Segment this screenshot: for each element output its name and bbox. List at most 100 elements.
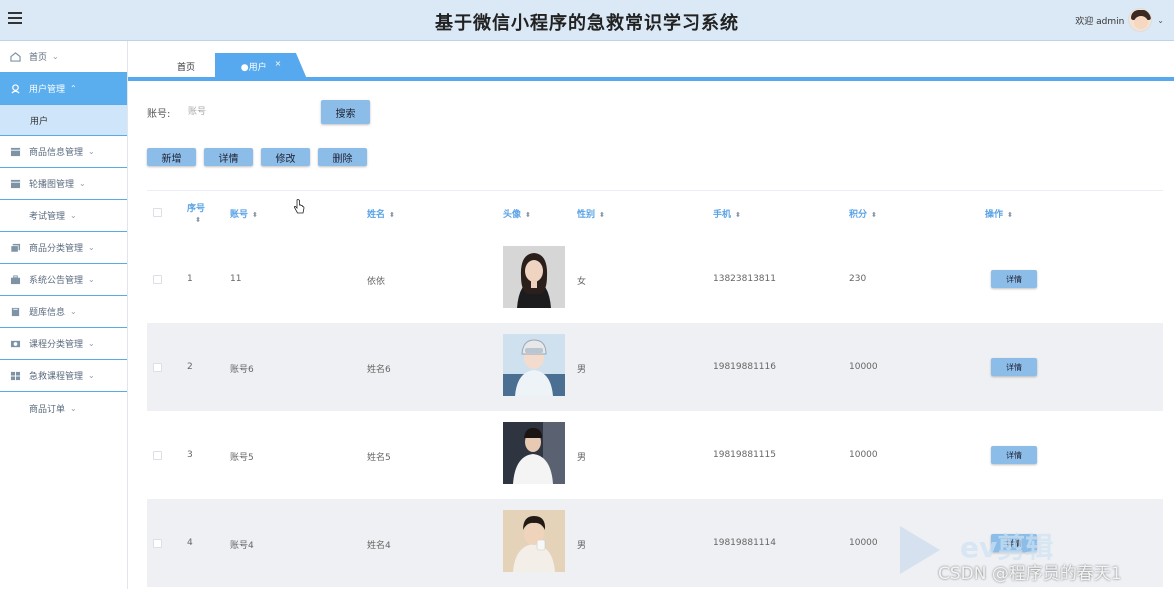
- column-header-points[interactable]: 积分 ⬍: [849, 207, 877, 220]
- search-input[interactable]: [182, 101, 310, 123]
- sidebar-item-label: 用户管理: [29, 85, 66, 95]
- sidebar-item-label: 商品信息管理: [29, 148, 84, 158]
- sort-icon[interactable]: ⬍: [871, 211, 877, 219]
- chevron-down-icon: ⌄: [88, 339, 95, 348]
- chevron-down-icon: ⌄: [79, 179, 86, 188]
- chevron-down-icon: ⌄: [88, 147, 95, 156]
- cell-seq: 1: [187, 274, 193, 284]
- sort-icon[interactable]: ⬍: [252, 211, 258, 219]
- close-icon[interactable]: ×: [275, 59, 282, 68]
- column-header-avatar[interactable]: 头像 ⬍: [503, 207, 531, 220]
- sidebar: 首页 ⌄ 用户管理 ⌃ 用户 商品信息管理 ⌄ 轮播图管理 ⌄ 考试管理 ⌄ 商…: [0, 41, 128, 589]
- chevron-down-icon: ⌄: [70, 211, 77, 220]
- book-icon: [11, 307, 20, 316]
- cell-phone: 19819881115: [713, 450, 776, 460]
- sidebar-item-label: 题库信息: [29, 308, 66, 318]
- cell-seq: 3: [187, 450, 193, 460]
- select-all-checkbox[interactable]: [153, 208, 162, 217]
- column-header-name[interactable]: 姓名 ⬍: [367, 207, 395, 220]
- chevron-down-icon: ⌄: [70, 403, 77, 413]
- sidebar-item-home[interactable]: 首页 ⌄: [0, 41, 127, 73]
- camera-icon: [10, 340, 21, 347]
- chevron-up-icon: ⌃: [70, 84, 77, 93]
- cell-name: 依依: [367, 277, 386, 287]
- add-button[interactable]: 新增: [147, 148, 196, 166]
- cell-account: 账号6: [230, 365, 254, 375]
- sidebar-item-label: 轮播图管理: [29, 180, 75, 190]
- sort-icon[interactable]: ⬍: [389, 211, 395, 219]
- edit-button[interactable]: 修改: [261, 148, 310, 166]
- sidebar-item-question-bank[interactable]: 题库信息 ⌄: [0, 296, 127, 328]
- sidebar-item-label: 课程分类管理: [29, 340, 84, 350]
- sidebar-item-product-info[interactable]: 商品信息管理 ⌄: [0, 136, 127, 168]
- user-menu[interactable]: 欢迎 admin ⌄: [1075, 6, 1164, 34]
- hand-cursor-icon: [293, 199, 305, 214]
- avatar-photo: [503, 422, 565, 484]
- sidebar-item-label: 商品分类管理: [29, 244, 84, 254]
- cell-account: 账号4: [230, 541, 254, 551]
- tab-label: 首页: [176, 62, 195, 73]
- tab-home[interactable]: 首页: [148, 53, 224, 79]
- column-header-account[interactable]: 账号 ⬍: [230, 207, 258, 220]
- briefcase-icon: [10, 274, 21, 284]
- cell-seq: 4: [187, 538, 193, 548]
- column-header-gender[interactable]: 性别 ⬍: [577, 207, 605, 220]
- cell-points: 10000: [849, 538, 878, 548]
- copy-icon: [10, 243, 21, 252]
- row-detail-button[interactable]: 详情: [991, 446, 1037, 464]
- sidebar-item-announcement[interactable]: 系统公告管理 ⌄: [0, 264, 127, 296]
- avatar-photo: [503, 246, 565, 308]
- app-header: 基于微信小程序的急救常识学习系统 欢迎 admin ⌄: [0, 0, 1174, 41]
- sidebar-subitem-user[interactable]: 用户: [0, 105, 127, 136]
- chevron-down-icon[interactable]: ⌄: [1157, 16, 1164, 25]
- sidebar-item-product-order[interactable]: 商品订单 ⌄: [0, 392, 127, 424]
- cell-phone: 19819881116: [713, 362, 776, 372]
- cell-phone: 13823813811: [713, 274, 776, 284]
- sort-icon[interactable]: ⬍: [735, 211, 741, 219]
- avatar[interactable]: [1128, 8, 1153, 32]
- delete-button[interactable]: 删除: [318, 148, 367, 166]
- search-button[interactable]: 搜索: [321, 100, 370, 124]
- row-detail-button[interactable]: 详情: [991, 358, 1037, 376]
- chevron-down-icon: ⌄: [70, 307, 77, 316]
- sidebar-item-exam[interactable]: 考试管理 ⌄: [0, 200, 127, 232]
- row-checkbox[interactable]: [153, 363, 162, 372]
- sort-icon[interactable]: ⬍: [599, 211, 605, 219]
- search-label: 账号:: [147, 109, 171, 120]
- sidebar-item-label: 用户: [30, 116, 49, 127]
- page-title: 基于微信小程序的急救常识学习系统: [435, 13, 739, 34]
- cell-gender: 男: [577, 453, 587, 463]
- row-detail-button[interactable]: 详情: [991, 270, 1037, 288]
- cell-account: 11: [230, 274, 242, 284]
- detail-button[interactable]: 详情: [204, 148, 253, 166]
- sort-icon[interactable]: ⬍: [1007, 211, 1013, 219]
- sidebar-item-first-aid-course[interactable]: 急救课程管理 ⌄: [0, 360, 127, 392]
- table-row: 1 11 依依 女 13823813811 230 详情: [147, 235, 1163, 323]
- sort-icon[interactable]: ⬍: [191, 216, 205, 224]
- window-icon: [10, 179, 21, 188]
- watermark-credit: CSDN @程序员的春天1: [938, 564, 1122, 584]
- column-header-phone[interactable]: 手机 ⬍: [713, 207, 741, 220]
- row-checkbox[interactable]: [153, 275, 162, 284]
- sidebar-item-carousel[interactable]: 轮播图管理 ⌄: [0, 168, 127, 200]
- welcome-text: 欢迎 admin: [1075, 16, 1125, 27]
- table-row: 3 账号5 姓名5 男 19819881115 10000 详情: [147, 411, 1163, 499]
- sidebar-item-product-category[interactable]: 商品分类管理 ⌄: [0, 232, 127, 264]
- sidebar-item-user-management[interactable]: 用户管理 ⌃: [0, 73, 127, 105]
- chevron-down-icon: ⌄: [88, 243, 95, 252]
- avatar-photo: [503, 334, 565, 396]
- cell-name: 姓名5: [367, 453, 391, 463]
- tab-user[interactable]: ●用户 ×: [215, 53, 307, 79]
- cell-account: 账号5: [230, 453, 254, 463]
- sort-icon[interactable]: ⬍: [525, 211, 531, 219]
- row-checkbox[interactable]: [153, 451, 162, 460]
- tab-label: ●用户: [240, 62, 267, 73]
- column-header-actions[interactable]: 操作 ⬍: [985, 207, 1013, 220]
- row-checkbox[interactable]: [153, 539, 162, 548]
- cell-gender: 男: [577, 365, 587, 375]
- sidebar-item-label: 系统公告管理: [29, 276, 84, 286]
- cell-points: 10000: [849, 362, 878, 372]
- column-header-seq[interactable]: 序号 ⬍: [187, 201, 205, 224]
- cell-phone: 19819881114: [713, 538, 776, 548]
- sidebar-item-course-category[interactable]: 课程分类管理 ⌄: [0, 328, 127, 360]
